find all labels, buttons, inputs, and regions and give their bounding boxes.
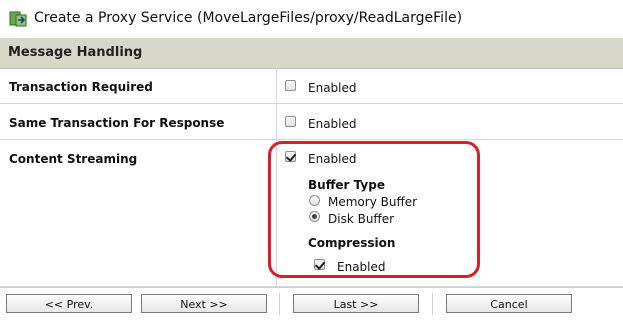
row-same-transaction: Same Transaction For Response Enabled bbox=[0, 104, 623, 140]
same-transaction-checkbox[interactable] bbox=[285, 116, 296, 127]
title-bar: Create a Proxy Service (MoveLargeFiles/p… bbox=[0, 0, 623, 39]
row-transaction-required: Transaction Required Enabled bbox=[0, 68, 623, 104]
transaction-required-checkbox[interactable] bbox=[285, 80, 296, 91]
same-transaction-label: Same Transaction For Response bbox=[9, 116, 225, 130]
transaction-required-label: Transaction Required bbox=[9, 80, 153, 94]
highlight-box bbox=[268, 141, 480, 278]
page-title: Create a Proxy Service (MoveLargeFiles/p… bbox=[34, 10, 463, 26]
content-streaming-label: Content Streaming bbox=[9, 152, 138, 166]
proxy-service-icon bbox=[9, 11, 27, 27]
last-button[interactable]: Last >> bbox=[293, 294, 419, 313]
transaction-required-option-label: Enabled bbox=[308, 81, 357, 95]
next-button[interactable]: Next >> bbox=[141, 294, 267, 313]
section-title: Message Handling bbox=[8, 45, 143, 60]
section-header: Message Handling bbox=[0, 38, 623, 69]
prev-button[interactable]: << Prev. bbox=[6, 294, 132, 313]
footer-divider bbox=[279, 293, 280, 315]
footer-divider bbox=[432, 293, 433, 315]
same-transaction-option-label: Enabled bbox=[308, 117, 357, 131]
cancel-button[interactable]: Cancel bbox=[446, 294, 572, 313]
footer-bar: << Prev. Next >> Last >> Cancel bbox=[0, 287, 623, 320]
